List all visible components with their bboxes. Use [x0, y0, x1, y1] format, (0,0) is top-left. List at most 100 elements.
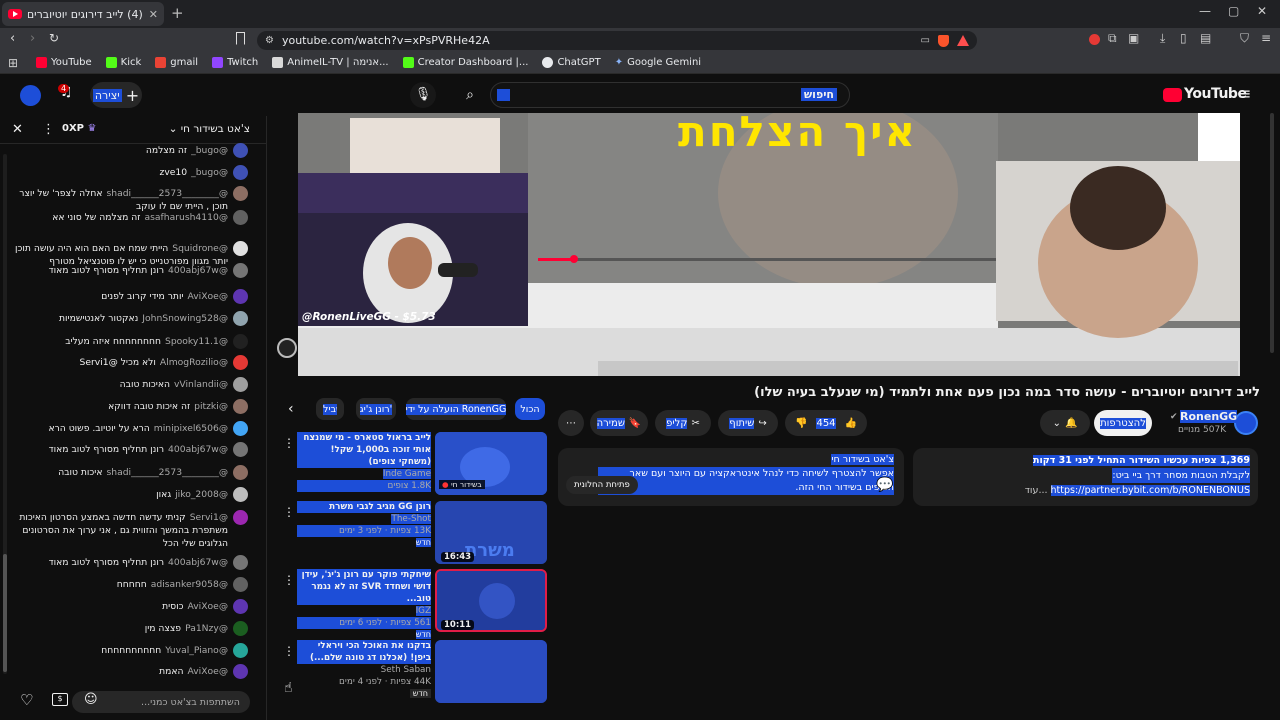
avatar[interactable]: [233, 599, 248, 614]
keyboard-icon[interactable]: [497, 89, 510, 101]
wallet-icon[interactable]: ▤: [1200, 31, 1211, 45]
chat-author[interactable]: @asafharush4110: [144, 212, 228, 223]
extension-red-icon[interactable]: [1089, 34, 1100, 45]
chat-message[interactable]: @________shadi______2573אחלה לצפר' של יו…: [8, 186, 248, 213]
chat-message[interactable]: @adisanker9058 חחחחח: [8, 577, 248, 592]
more-link[interactable]: ...עוד: [1025, 485, 1048, 496]
chat-message[interactable]: @pitzkiזה איכות טובה דווקא: [8, 399, 248, 414]
chat-message[interactable]: @AviXoe האמת: [8, 664, 248, 679]
save-button[interactable]: שמירה 🔖: [590, 410, 648, 436]
more-actions-button[interactable]: ⋯: [558, 410, 584, 436]
open-panel-button[interactable]: פתיחת החלונית: [566, 476, 638, 494]
chat-author[interactable]: @Servi1: [190, 512, 228, 523]
bookmark-page-icon[interactable]: [236, 32, 245, 45]
avatar[interactable]: [20, 85, 41, 106]
emoji-icon[interactable]: ☺: [84, 692, 98, 707]
bookmark-gemini[interactable]: ✦ Google Gemini: [615, 57, 701, 68]
close-chat-icon[interactable]: ✕: [12, 122, 23, 137]
chat-author[interactable]: @bugo_: [191, 145, 228, 156]
chat-author[interactable]: @AviXoe: [188, 291, 229, 302]
xp-badge[interactable]: 0XP ♛: [62, 123, 96, 134]
chip-partial[interactable]: בשביל: [316, 398, 344, 420]
chat-message[interactable]: @400abj67wרונן תחליף מסורף לטוב מאוד: [8, 555, 248, 570]
avatar[interactable]: [233, 334, 248, 349]
browser-tab[interactable]: (4) לייב דירוגים יוטיוברים - עושה ✕: [2, 2, 164, 26]
forward-icon[interactable]: ›: [30, 31, 35, 46]
apps-icon[interactable]: ⊞: [8, 56, 18, 70]
chat-message[interactable]: @AviXoe יותר מידי קרוב לפנים: [8, 289, 248, 304]
chat-title[interactable]: צ'אט בשידור חי ⌄: [169, 123, 250, 135]
chat-message[interactable]: @Pa1Nzyפצצה מין: [8, 621, 248, 636]
chat-author[interactable]: @vVinlandii: [174, 379, 228, 390]
chat-message[interactable]: @vVinlandii האיכות טובה: [8, 377, 248, 392]
avatar[interactable]: [233, 399, 248, 414]
video-thumbnail[interactable]: [435, 640, 547, 703]
recommendation-item[interactable]: ⋮ בדקנו את האוכל הכי ויראלי ביפן! (אכלנו…: [283, 640, 548, 704]
chat-message[interactable]: @AviXoe כוסית: [8, 599, 248, 614]
chat-message[interactable]: @bugo_זה מצלמה: [8, 143, 248, 158]
chat-message[interactable]: @400abj67wרונן תחליף מסורף לטוב מאוד: [8, 442, 248, 457]
cast-icon[interactable]: ▭: [921, 35, 930, 46]
dislike-icon[interactable]: 👎: [795, 418, 807, 429]
reload-icon[interactable]: ↻: [49, 31, 59, 45]
address-bar[interactable]: ⚙ youtube.com/watch?v=xPsPVRHe42A ▭: [257, 31, 977, 50]
bookmark-creator-dashboard[interactable]: Creator Dashboard |...: [402, 57, 528, 68]
extensions-icon[interactable]: ⧉: [1108, 31, 1117, 46]
video-player[interactable]: איך הצלחת @RonenLiveGG - $5.73: [298, 113, 1240, 376]
avatar[interactable]: [233, 465, 248, 480]
avatar[interactable]: [233, 210, 248, 225]
chat-author[interactable]: @minipixel6506: [154, 423, 228, 434]
chat-message[interactable]: @400abj67wרונן תחליף מסורף לטוב מאוד: [8, 263, 248, 278]
chat-message[interactable]: @bugo_zve10: [8, 165, 248, 180]
avatar[interactable]: [233, 165, 248, 180]
chat-input[interactable]: השתתפות בצ'אט כמני...: [72, 691, 250, 713]
channel-avatar[interactable]: [1234, 411, 1258, 435]
chat-author[interactable]: @Spooky11.1: [165, 336, 228, 347]
super-chat-icon[interactable]: $: [52, 693, 68, 706]
description-box[interactable]: 1,369 צפיות עכשיו השידור התחיל לפני 31 ד…: [913, 448, 1258, 506]
chat-author[interactable]: @400abj67w: [168, 444, 228, 455]
chat-author[interactable]: @AlmogRozilio: [160, 357, 228, 368]
like-button[interactable]: 👎 454 👍: [785, 410, 867, 436]
recommendation-item[interactable]: 10:11 ⋮ שיחקתי פוקר עם רונן ג'יג', עידן …: [283, 569, 548, 639]
bookmark-chatgpt[interactable]: ChatGPT: [542, 57, 601, 68]
more-options-icon[interactable]: ⋮: [283, 573, 295, 587]
more-options-icon[interactable]: ⋮: [283, 644, 295, 658]
bookmark-animeil[interactable]: AnimeIL-TV | אנימה...: [272, 57, 389, 68]
avatar[interactable]: [233, 442, 248, 457]
chat-author[interactable]: @bugo_: [191, 167, 228, 178]
more-options-icon[interactable]: ⋮: [42, 122, 55, 137]
hamburger-menu-icon[interactable]: ≡: [1238, 84, 1251, 103]
avatar[interactable]: [233, 487, 248, 502]
avatar[interactable]: [233, 263, 248, 278]
avatar[interactable]: [233, 143, 248, 158]
chat-message[interactable]: @AlmogRozilio ולא מכיל @Servi1: [8, 355, 248, 370]
chat-author[interactable]: @Yuval_Piano: [165, 645, 228, 656]
maximize-icon[interactable]: ▢: [1228, 4, 1239, 18]
notifications-button[interactable]: ⌄ 🔔: [1040, 410, 1090, 436]
chat-author[interactable]: @pitzki: [194, 401, 228, 412]
chip-uploaded-by[interactable]: הועלה על ידי RonenGG: [405, 398, 507, 420]
player-scrollbar[interactable]: [1270, 113, 1274, 353]
chat-message[interactable]: @Yuval_Pianoחחחחחחחחחח: [8, 643, 248, 658]
chat-message[interactable]: @Servi1קניתי עדשה חדשה באמצע הסרטון האיכ…: [8, 510, 248, 550]
avatar[interactable]: [233, 289, 248, 304]
chat-message[interactable]: @asafharush4110זה מצלמה של סוני אא: [8, 210, 248, 225]
description-link[interactable]: https://partner.bybit.com/b/RONENBONUS: [1050, 485, 1250, 496]
chat-author[interactable]: @________shadi______2573: [106, 467, 228, 478]
avatar[interactable]: [233, 241, 248, 256]
avatar[interactable]: [233, 510, 248, 525]
bookmark-gmail[interactable]: gmail: [155, 57, 198, 68]
more-options-icon[interactable]: ⋮: [283, 505, 295, 519]
close-tab-icon[interactable]: ✕: [149, 8, 158, 21]
channel-name[interactable]: RonenGG: [1180, 410, 1238, 423]
site-info-icon[interactable]: ⚙: [265, 35, 274, 46]
back-icon[interactable]: ‹: [10, 31, 15, 46]
minimize-icon[interactable]: —: [1199, 4, 1211, 18]
chat-author[interactable]: @jiko_2008: [175, 489, 228, 500]
avatar[interactable]: [233, 421, 248, 436]
more-options-icon[interactable]: ⋮: [283, 436, 295, 450]
avatar[interactable]: [233, 664, 248, 679]
chat-message[interactable]: @________shadi______2573איכות טובה: [8, 465, 248, 480]
vpn-icon[interactable]: ⛉: [1240, 31, 1249, 46]
